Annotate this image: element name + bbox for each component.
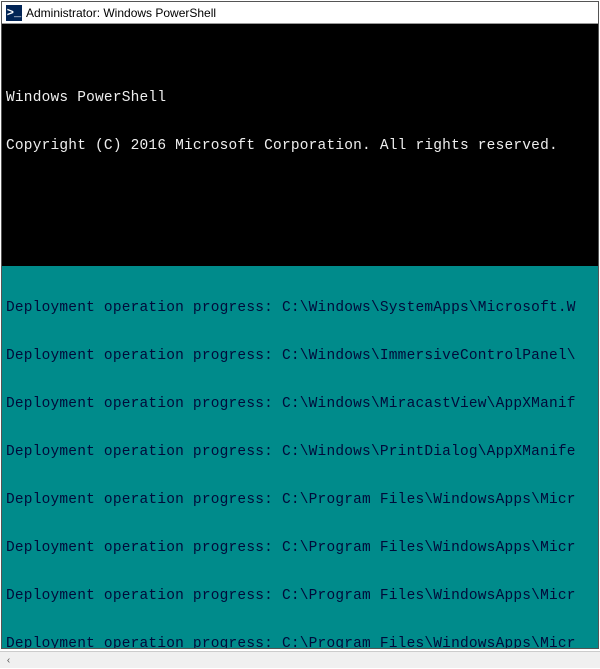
horizontal-scrollbar[interactable]: ‹ — [0, 651, 600, 668]
progress-line: Deployment operation progress: C:\Progra… — [6, 588, 594, 604]
icon-glyph: >_ — [7, 6, 21, 20]
progress-line: Deployment operation progress: C:\Window… — [6, 444, 594, 460]
console-area[interactable]: Windows PowerShell Copyright (C) 2016 Mi… — [2, 24, 598, 648]
console-header: Windows PowerShell Copyright (C) 2016 Mi… — [2, 56, 598, 234]
progress-line: Deployment operation progress: C:\Window… — [6, 396, 594, 412]
progress-banner: Deployment operation progress: C:\Window… — [2, 266, 598, 648]
window-title: Administrator: Windows PowerShell — [26, 6, 216, 20]
progress-line: Deployment operation progress: C:\Progra… — [6, 636, 594, 648]
copyright-line: Copyright (C) 2016 Microsoft Corporation… — [6, 138, 594, 154]
header-line: Windows PowerShell — [6, 90, 594, 106]
progress-line: Deployment operation progress: C:\Progra… — [6, 540, 594, 556]
progress-line: Deployment operation progress: C:\Window… — [6, 300, 594, 316]
titlebar[interactable]: >_ Administrator: Windows PowerShell — [2, 2, 598, 24]
powershell-icon: >_ — [6, 5, 22, 21]
progress-line: Deployment operation progress: C:\Progra… — [6, 492, 594, 508]
console-output: Windows PowerShell Copyright (C) 2016 Mi… — [2, 24, 598, 648]
progress-line: Deployment operation progress: C:\Window… — [6, 348, 594, 364]
blank-line — [6, 186, 594, 202]
powershell-window: >_ Administrator: Windows PowerShell Win… — [1, 1, 599, 649]
